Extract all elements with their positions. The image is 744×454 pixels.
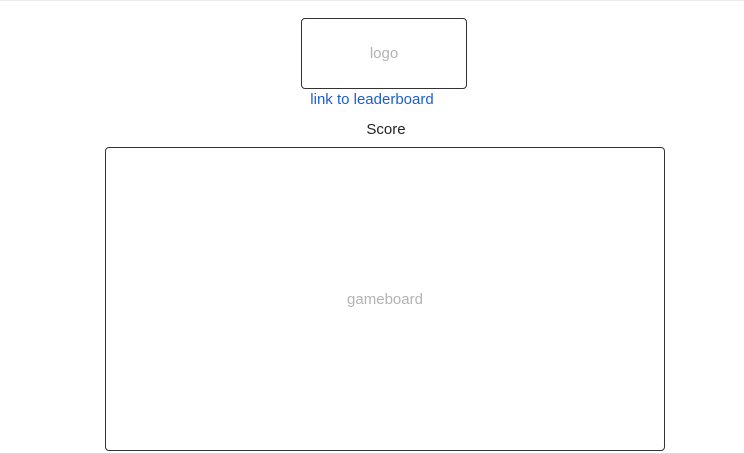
logo-placeholder: logo bbox=[301, 18, 467, 89]
gameboard-placeholder-text: gameboard bbox=[347, 290, 423, 308]
gameboard[interactable]: gameboard bbox=[105, 147, 665, 451]
page: logo link to leaderboard Score gameboard bbox=[0, 0, 744, 454]
score-label: Score bbox=[366, 121, 406, 138]
leaderboard-link[interactable]: link to leaderboard bbox=[0, 91, 744, 109]
logo-placeholder-text: logo bbox=[369, 45, 399, 62]
